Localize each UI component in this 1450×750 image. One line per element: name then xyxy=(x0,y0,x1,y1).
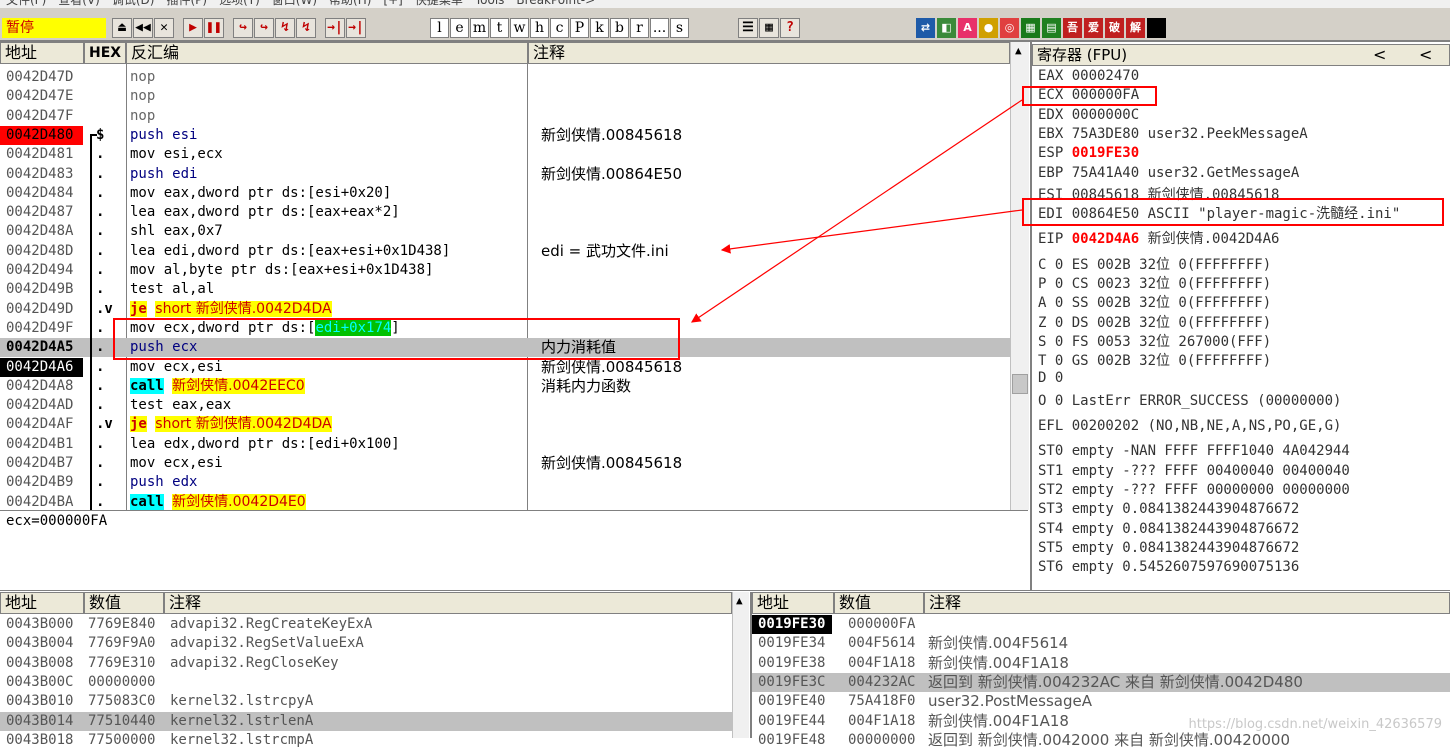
arrow-ecx-to-code xyxy=(691,99,1023,323)
annotation-arrows xyxy=(691,99,1023,323)
arrow-edi-to-comment xyxy=(720,209,1023,254)
